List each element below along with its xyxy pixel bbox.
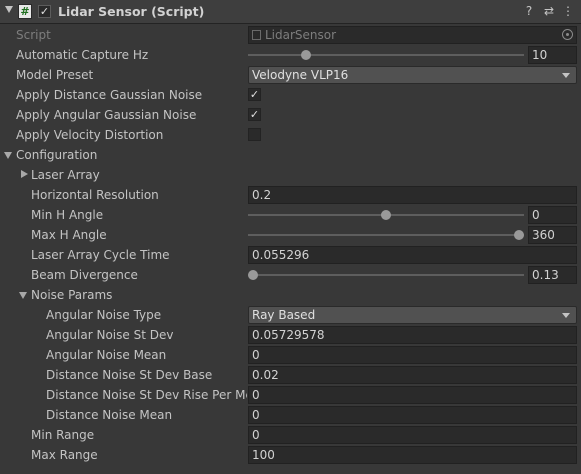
foldout-open-icon[interactable] <box>4 152 12 159</box>
max-h-angle-input[interactable]: 360 <box>528 226 577 244</box>
distance-noise-checkbox[interactable]: ✓ <box>248 88 261 101</box>
distance-noise-row: Apply Distance Gaussian Noise ✓ <box>0 85 581 105</box>
distance-noise-mean-label: Distance Noise Mean <box>46 408 173 422</box>
beam-divergence-label: Beam Divergence <box>31 268 138 282</box>
velocity-distortion-row: Apply Velocity Distortion <box>0 125 581 145</box>
angular-noise-stdev-input[interactable]: 0.05729578 <box>248 326 577 344</box>
laser-array-foldout[interactable]: Laser Array <box>0 165 581 185</box>
noise-params-foldout[interactable]: Noise Params <box>0 285 581 305</box>
velocity-distortion-label: Apply Velocity Distortion <box>16 128 164 142</box>
script-row: Script LidarSensor <box>0 25 581 45</box>
max-range-label: Max Range <box>31 448 98 462</box>
component-title: Lidar Sensor (Script) <box>58 4 205 19</box>
capture-hz-slider-thumb[interactable] <box>301 50 312 60</box>
chevron-down-icon <box>562 73 570 78</box>
beam-divergence-row: Beam Divergence 0.13 <box>0 265 581 285</box>
cycle-time-row: Laser Array Cycle Time 0.055296 <box>0 245 581 265</box>
distance-noise-stdev-rise-row: Distance Noise St Dev Rise Per Met 0 <box>0 385 581 405</box>
max-h-angle-label: Max H Angle <box>31 228 107 242</box>
angular-noise-stdev-row: Angular Noise St Dev 0.05729578 <box>0 325 581 345</box>
foldout-open-icon[interactable] <box>19 292 27 299</box>
beam-divergence-slider-thumb[interactable] <box>248 270 258 280</box>
angular-noise-label: Apply Angular Gaussian Noise <box>16 108 197 122</box>
model-preset-row: Model Preset Velodyne VLP16 <box>0 65 581 85</box>
foldout-closed-icon[interactable] <box>21 170 28 178</box>
angular-noise-type-dropdown[interactable]: Ray Based <box>248 306 577 324</box>
horizontal-resolution-input[interactable]: 0.2 <box>248 186 577 204</box>
laser-array-label: Laser Array <box>31 168 100 182</box>
distance-noise-stdev-base-label: Distance Noise St Dev Base <box>46 368 213 382</box>
configuration-foldout[interactable]: Configuration <box>0 145 581 165</box>
distance-noise-mean-row: Distance Noise Mean 0 <box>0 405 581 425</box>
cycle-time-label: Laser Array Cycle Time <box>31 248 170 262</box>
angular-noise-mean-input[interactable]: 0 <box>248 346 577 364</box>
collapse-arrow-icon[interactable] <box>5 6 13 13</box>
distance-noise-label: Apply Distance Gaussian Noise <box>16 88 203 102</box>
script-label: Script <box>16 28 51 42</box>
min-range-row: Min Range 0 <box>0 425 581 445</box>
max-h-angle-row: Max H Angle 360 <box>0 225 581 245</box>
help-icon[interactable]: ? <box>522 4 536 19</box>
max-range-input[interactable]: 100 <box>248 446 577 464</box>
noise-params-label: Noise Params <box>31 288 113 302</box>
min-range-label: Min Range <box>31 428 95 442</box>
angular-noise-checkbox[interactable]: ✓ <box>248 108 261 121</box>
max-h-angle-slider-track[interactable] <box>248 234 524 236</box>
angular-noise-row: Apply Angular Gaussian Noise ✓ <box>0 105 581 125</box>
chevron-down-icon <box>562 313 570 318</box>
script-file-icon <box>252 30 261 40</box>
min-h-angle-row: Min H Angle 0 <box>0 205 581 225</box>
component-enabled-checkbox[interactable]: ✓ <box>38 5 51 18</box>
component-header: # ✓ Lidar Sensor (Script) ? ⇄ ⋮ <box>0 0 581 24</box>
angular-noise-mean-row: Angular Noise Mean 0 <box>0 345 581 365</box>
angular-noise-type-row: Angular Noise Type Ray Based <box>0 305 581 325</box>
min-range-input[interactable]: 0 <box>248 426 577 444</box>
min-h-angle-slider-thumb[interactable] <box>381 210 391 220</box>
script-field[interactable]: LidarSensor <box>248 26 577 44</box>
presets-icon[interactable]: ⇄ <box>542 4 556 19</box>
model-preset-label: Model Preset <box>16 68 94 82</box>
angular-noise-type-label: Angular Noise Type <box>46 308 162 322</box>
horizontal-resolution-row: Horizontal Resolution 0.2 <box>0 185 581 205</box>
cycle-time-input[interactable]: 0.055296 <box>248 246 577 264</box>
configuration-label: Configuration <box>16 148 98 162</box>
beam-divergence-input[interactable]: 0.13 <box>528 266 577 284</box>
script-field-value: LidarSensor <box>265 28 337 42</box>
capture-hz-slider-track[interactable] <box>248 54 524 56</box>
distance-noise-stdev-base-input[interactable]: 0.02 <box>248 366 577 384</box>
max-h-angle-slider-thumb[interactable] <box>514 230 524 240</box>
capture-hz-row: Automatic Capture Hz 10 <box>0 45 581 65</box>
angular-noise-mean-label: Angular Noise Mean <box>46 348 167 362</box>
min-h-angle-label: Min H Angle <box>31 208 104 222</box>
max-range-row: Max Range 100 <box>0 445 581 465</box>
component-menu-icon[interactable]: ⋮ <box>561 4 575 19</box>
distance-noise-stdev-base-row: Distance Noise St Dev Base 0.02 <box>0 365 581 385</box>
distance-noise-stdev-rise-input[interactable]: 0 <box>248 386 577 404</box>
angular-noise-type-value: Ray Based <box>252 308 316 322</box>
model-preset-dropdown[interactable]: Velodyne VLP16 <box>248 66 577 84</box>
distance-noise-stdev-rise-label: Distance Noise St Dev Rise Per Met <box>46 388 247 402</box>
capture-hz-label: Automatic Capture Hz <box>16 48 149 62</box>
script-icon: # <box>18 4 32 19</box>
capture-hz-input[interactable]: 10 <box>528 46 577 64</box>
distance-noise-mean-input[interactable]: 0 <box>248 406 577 424</box>
velocity-distortion-checkbox[interactable] <box>248 128 261 141</box>
min-h-angle-input[interactable]: 0 <box>528 206 577 224</box>
angular-noise-stdev-label: Angular Noise St Dev <box>46 328 174 342</box>
object-picker-icon[interactable] <box>562 29 573 40</box>
model-preset-value: Velodyne VLP16 <box>252 68 349 82</box>
horizontal-resolution-label: Horizontal Resolution <box>31 188 159 202</box>
beam-divergence-slider-track[interactable] <box>248 274 524 276</box>
